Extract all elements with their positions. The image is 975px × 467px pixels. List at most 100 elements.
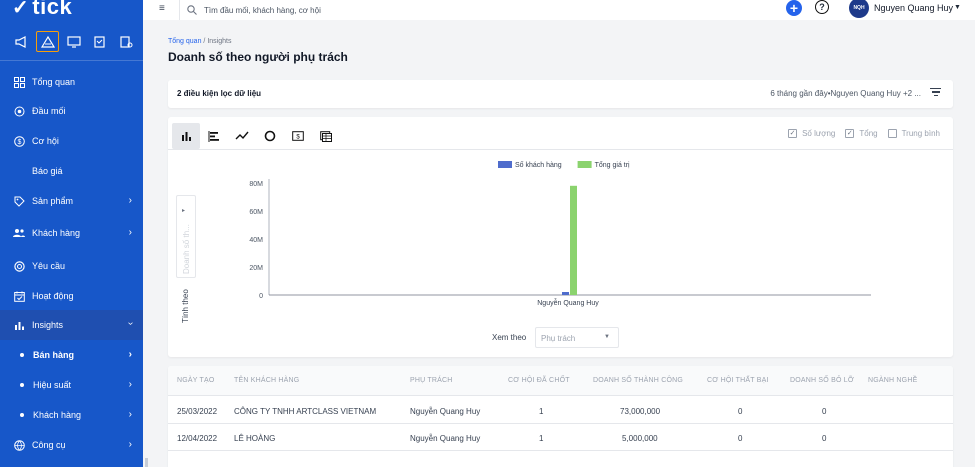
megaphone-module-icon[interactable] [10, 31, 33, 52]
checkbox-checked-icon: ✓ [845, 129, 855, 138]
filter-bar[interactable]: 2 điều kiện lọc dữ liệu 6 tháng gần đây•… [168, 80, 953, 108]
y-tick-label: 80M [249, 181, 263, 188]
sidebar-subitem-hieu-suat[interactable]: Hiệu suất › [0, 370, 143, 400]
bar-chart-icon [13, 319, 25, 331]
cell-won-count: 1 [539, 407, 544, 416]
sidebar-item-label: Công cụ [32, 440, 66, 450]
sidebar-item-label: Tổng quan [32, 77, 76, 87]
column-header[interactable]: PHỤ TRÁCH [410, 377, 453, 384]
svg-text:$: $ [296, 135, 300, 141]
calendar-icon [13, 290, 25, 302]
sidebar-item-label: Hoạt động [32, 291, 74, 301]
report-module-icon[interactable] [114, 31, 137, 52]
column-header[interactable]: NGÀY TẠO [177, 377, 215, 384]
checkbox-checked-icon: ✓ [788, 129, 798, 138]
global-search[interactable]: Tìm đầu mối, khách hàng, cơ hội [187, 0, 817, 20]
sidebar-subitem-khach-hang[interactable]: Khách hàng › [0, 400, 143, 430]
table-row[interactable]: 25/03/2022 CÔNG TY TNHH ARTCLASS VIETNAM… [168, 397, 953, 424]
help-icon[interactable]: ? [815, 0, 829, 14]
sidebar-item-label: Sản phẩm [32, 196, 74, 206]
bar-1 [562, 292, 569, 295]
task-module-icon[interactable] [88, 31, 111, 52]
sidebar-item-tong-quan[interactable]: Tổng quan [0, 67, 143, 97]
line-chart-type-icon[interactable] [228, 123, 256, 149]
sidebar-item-bao-gia[interactable]: Báo giá [0, 156, 143, 186]
chart-card: $ ✓ Số lượng ✓ Tổng Trung bình Doanh số th… [168, 117, 953, 357]
monitor-module-icon[interactable] [62, 31, 85, 52]
sales-module-icon[interactable] [36, 31, 59, 52]
tong-checkbox[interactable]: ✓ Tổng [845, 129, 878, 138]
dashboard-icon [13, 76, 25, 88]
horizontal-bar-type-icon[interactable] [200, 123, 228, 149]
sidebar-item-insights[interactable]: Insights › [0, 310, 143, 340]
column-header[interactable]: DOANH SỐ THÀNH CÔNG [593, 377, 683, 384]
sidebar-item-label: Cơ hội [32, 136, 59, 146]
sidebar-scrollbar[interactable] [145, 458, 148, 467]
column-header[interactable]: NGÀNH NGHỀ [868, 377, 917, 384]
avatar[interactable]: NQH [849, 0, 869, 18]
bar-chart-type-icon[interactable] [172, 123, 200, 149]
sidebar-item-co-hoi[interactable]: $ Cơ hội [0, 126, 143, 156]
column-header[interactable]: CƠ HỘI ĐÃ CHỐT [508, 377, 570, 384]
table-type-icon[interactable] [312, 123, 340, 149]
sidebar-divider [0, 60, 143, 61]
cell-date: 12/04/2022 [177, 434, 218, 443]
trung-binh-checkbox[interactable]: Trung bình [887, 129, 940, 138]
collapse-menu-icon[interactable]: ≡ [159, 3, 165, 14]
column-header[interactable]: CƠ HỘI THẤT BẠI [707, 377, 769, 384]
sidebar-subitem-ban-hang[interactable]: Bán hàng › [0, 340, 143, 370]
donut-chart-type-icon[interactable] [256, 123, 284, 149]
filter-summary[interactable]: 6 tháng gần đây•Nguyen Quang Huy +2 ... [770, 89, 921, 98]
so-luong-checkbox[interactable]: ✓ Số lượng [788, 129, 835, 138]
column-header[interactable]: TÊN KHÁCH HÀNG [234, 377, 299, 384]
bullet-icon [20, 353, 24, 357]
tag-icon [13, 195, 25, 207]
globe-icon [13, 439, 25, 451]
cell-customer[interactable]: CÔNG TY TNHH ARTCLASS VIETNAM [234, 407, 376, 416]
caret-down-icon: ▼ [604, 334, 610, 340]
user-name[interactable]: Nguyen Quang Huy [874, 3, 953, 13]
divider [179, 0, 180, 20]
filter-count: 2 điều kiện lọc dữ liệu [177, 89, 262, 98]
chart-type-toolbar: $ [172, 123, 340, 149]
table-row[interactable]: 12/04/2022 LÊ HOÀNG Nguyễn Quang Huy 1 5… [168, 424, 953, 451]
add-button[interactable]: + [786, 0, 802, 16]
sidebar-item-dau-moi[interactable]: Đầu mối [0, 96, 143, 126]
sidebar-item-cong-cu[interactable]: Công cụ › [0, 430, 143, 460]
cell-won-revenue: 73,000,000 [620, 407, 661, 416]
cell-won-revenue: 5,000,000 [622, 434, 658, 443]
filter-icon[interactable] [930, 88, 941, 98]
sidebar-item-san-pham[interactable]: Sản phẩm › [0, 186, 143, 216]
cell-lost-count: 0 [738, 407, 743, 416]
sidebar-item-label: Bán hàng [33, 350, 75, 360]
breadcrumb: Tổng quan / Insights [168, 38, 231, 45]
users-icon [13, 227, 25, 239]
sidebar-item-hoat-dong[interactable]: Hoạt động [0, 281, 143, 311]
cell-customer[interactable]: LÊ HOÀNG [234, 434, 275, 443]
chevron-right-icon: › [128, 439, 132, 450]
sidebar-item-yeu-cau[interactable]: Yêu cầu [0, 251, 143, 281]
sidebar-item-label: Báo giá [32, 166, 63, 176]
cell-lost-revenue: 0 [822, 434, 827, 443]
sidebar-item-khach-hang[interactable]: Khách hàng › [0, 218, 143, 248]
column-header[interactable]: DOANH SỐ BỎ LỠ [790, 377, 854, 384]
sidebar-item-label: Khách hàng [33, 410, 82, 420]
legend-label: Tổng giá trị [595, 161, 630, 169]
cell-date: 25/03/2022 [177, 407, 218, 416]
y-tick-label: 20M [249, 265, 263, 272]
xem-theo-select[interactable]: Phụ trách ▼ [535, 327, 619, 348]
number-card-type-icon[interactable]: $ [284, 123, 312, 149]
breadcrumb-link[interactable]: Tổng quan [168, 38, 201, 45]
search-input[interactable]: Tìm đầu mối, khách hàng, cơ hội [204, 6, 321, 15]
caret-down-icon[interactable]: ▼ [954, 4, 961, 11]
legend-swatch [577, 161, 592, 168]
dollar-icon: $ [13, 135, 25, 147]
cell-lost-revenue: 0 [822, 407, 827, 416]
chevron-right-icon: › [128, 409, 132, 420]
sidebar: ✓ tick Tổng quan Đầu mối $ Cơ hội Báo gi… [0, 0, 143, 467]
document-icon [13, 165, 25, 177]
bar-2 [570, 185, 577, 295]
check-logo-icon: ✓ [12, 0, 30, 19]
y-tick-label: 60M [249, 209, 263, 216]
app-logo[interactable]: ✓ tick [12, 0, 72, 20]
